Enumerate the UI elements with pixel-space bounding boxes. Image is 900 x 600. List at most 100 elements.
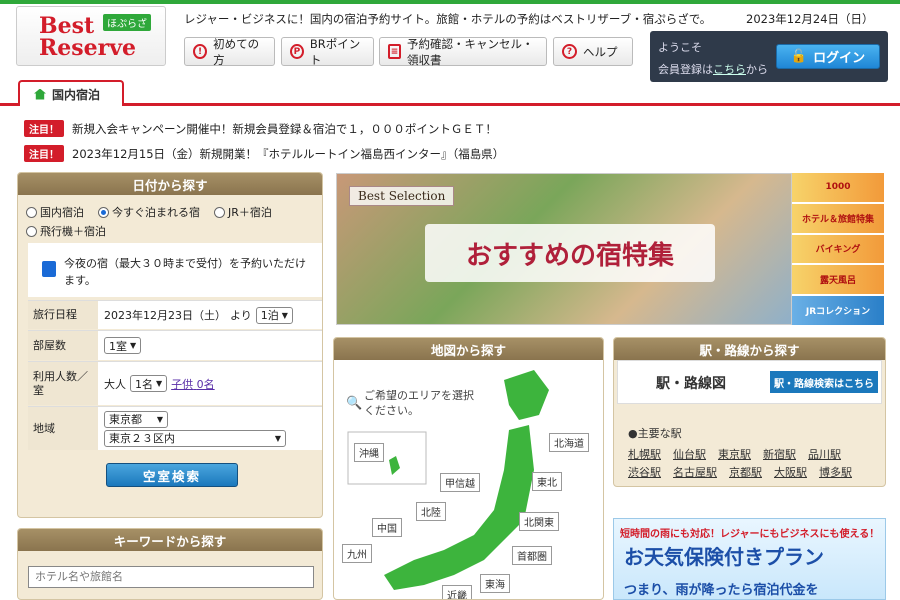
chevron-down-icon: ▼: [281, 310, 288, 320]
map-okinawa[interactable]: [389, 456, 400, 475]
prefecture-value: 東京都: [109, 413, 142, 426]
news-item[interactable]: 注目！ 新規入会キャンペーン開催中！新規会員登録＆宿泊で１，０００ポイントＧＥＴ…: [24, 120, 497, 137]
tab-underline: [0, 103, 900, 106]
radio-circle: [26, 225, 37, 237]
help-icon: ?: [562, 44, 577, 59]
rooms-select[interactable]: 1室 ▼: [104, 337, 142, 354]
vacancy-search-button[interactable]: 空室検索: [106, 463, 238, 487]
station-link[interactable]: 東京駅: [718, 446, 751, 462]
map-hokkaido[interactable]: [504, 370, 549, 420]
house-icon: [34, 88, 46, 100]
radio-circle: [98, 206, 109, 218]
side-banners: 1000 ホテル＆旅館特集 バイキング 露天風呂 JRコレクション: [792, 173, 884, 325]
region-tokai[interactable]: 東海: [480, 574, 510, 593]
area-label: 地域: [28, 407, 98, 450]
region-kitakanto[interactable]: 北関東: [519, 512, 559, 531]
guests-row: 利用人数／室 大人 1名 ▼ 子供 0名: [28, 361, 322, 405]
station-link[interactable]: 札幌駅: [628, 446, 661, 462]
region-chugoku[interactable]: 中国: [372, 518, 402, 537]
side-banner-jr[interactable]: JRコレクション: [792, 296, 884, 325]
side-banner-hotel[interactable]: ホテル＆旅館特集: [792, 203, 884, 233]
region-hokkaido[interactable]: 北海道: [549, 433, 589, 452]
radio-label: JR＋宿泊: [228, 206, 272, 219]
child-label: 子供: [171, 377, 194, 391]
region-kyushu[interactable]: 九州: [342, 544, 372, 563]
p-point-icon: P: [290, 44, 304, 59]
login-label: ログイン: [813, 51, 866, 66]
region-tohoku[interactable]: 東北: [532, 472, 562, 491]
radio-circle: [214, 206, 225, 218]
region-koshinetsu[interactable]: 甲信越: [440, 473, 480, 492]
itinerary-row: 旅行日程 2023年12月23日（土） より 1泊 ▼: [28, 300, 322, 329]
radio-label: 国内宿泊: [40, 206, 84, 219]
nav-br-point-button[interactable]: P BRポイント: [281, 36, 374, 67]
tab-label: 国内宿泊: [52, 87, 101, 102]
banner-title: おすすめの宿特集: [425, 224, 715, 282]
logo-tag: ほぷらざ: [103, 14, 151, 31]
register-link[interactable]: こちら: [713, 63, 746, 76]
top-accent-bar: [0, 0, 900, 4]
radio-domestic[interactable]: 国内宿泊: [26, 204, 84, 220]
children-link[interactable]: 子供 0名: [171, 376, 215, 392]
login-button[interactable]: 🔓 ログイン: [776, 44, 880, 69]
best-selection-banner[interactable]: Best Selection おすすめの宿特集: [336, 173, 792, 325]
tonight-notice: 今夜の宿（最大３０時まで受付）を予約いただけます。: [28, 243, 322, 297]
stay-type-radios: 国内宿泊 今すぐ泊まれる宿 JR＋宿泊 飛行機＋宿泊: [26, 204, 322, 239]
adults-value: 1名: [135, 377, 153, 391]
adult-label: 大人: [104, 377, 126, 391]
chevron-down-icon: ▼: [274, 433, 281, 443]
station-link[interactable]: 博多駅: [819, 464, 852, 480]
adults-select[interactable]: 1名 ▼: [130, 375, 168, 392]
station-link[interactable]: 品川駅: [808, 446, 841, 462]
region-hokuriku[interactable]: 北陸: [416, 502, 446, 521]
map-search-panel: 地図から探す 🔍 ご希望のエリアを選択ください。 沖縄 北海道 東北 甲信越 北…: [333, 337, 604, 600]
document-icon: ≡: [388, 44, 401, 59]
region-okinawa[interactable]: 沖縄: [354, 443, 384, 462]
radio-jr[interactable]: JR＋宿泊: [214, 204, 272, 220]
chevron-down-icon: ▼: [156, 379, 163, 388]
city-select[interactable]: 東京２３区内 ▼: [104, 429, 286, 447]
area-value: 東京都 ▼ 東京２３区内 ▼: [98, 410, 286, 447]
nav-label: 予約確認・キャンセル・領収書: [406, 36, 534, 67]
lock-icon: 🔓: [790, 49, 808, 64]
station-link[interactable]: 名古屋駅: [673, 464, 717, 480]
weather-insurance-promo[interactable]: 短時間の雨にも対応！レジャーにもビジネスにも使える！ お天気保険付きプラン つま…: [613, 518, 886, 600]
logo-line2: Reserve: [39, 35, 137, 61]
side-banner-points[interactable]: 1000: [792, 173, 884, 202]
side-banner-buffet[interactable]: バイキング: [792, 234, 884, 264]
site-tagline: レジャー・ビジネスに！国内の宿泊予約サイト。旅館・ホテルの予約はベストリザーブ・…: [184, 12, 712, 26]
itinerary-from: より: [230, 309, 252, 322]
station-link[interactable]: 仙台駅: [673, 446, 706, 462]
nav-reservation-button[interactable]: ≡ 予約確認・キャンセル・領収書: [379, 36, 547, 67]
itinerary-value: 2023年12月23日（土） より 1泊 ▼: [98, 306, 293, 324]
route-map-image[interactable]: 駅・路線図 駅・路線検索はこちら: [617, 360, 882, 404]
map-honshu[interactable]: [384, 425, 534, 590]
map-search-title: 地図から探す: [334, 338, 603, 360]
nav-help-button[interactable]: ? ヘルプ: [553, 37, 633, 66]
nav-label: BRポイント: [309, 36, 361, 67]
nav-first-time-button[interactable]: ! 初めての方: [184, 37, 275, 67]
station-link[interactable]: 大阪駅: [774, 464, 807, 480]
nights-select[interactable]: 1泊 ▼: [255, 306, 293, 324]
keyword-input[interactable]: [28, 566, 314, 588]
route-search-button[interactable]: 駅・路線検索はこちら: [770, 371, 878, 393]
station-link[interactable]: 渋谷駅: [628, 464, 661, 480]
prefecture-select[interactable]: 東京都 ▼: [104, 410, 168, 428]
city-value: 東京２３区内: [109, 432, 175, 445]
radio-tonight[interactable]: 今すぐ泊まれる宿: [98, 204, 200, 220]
news-item[interactable]: 注目！ 2023年12月15日（金）新規開業！『ホテルルートイン福島西インター』…: [24, 145, 504, 162]
site-logo[interactable]: Best ほぷらざ Reserve: [16, 6, 166, 66]
itinerary-date: 2023年12月23日（土）: [104, 309, 226, 322]
rooms-label: 部屋数: [28, 331, 98, 360]
radio-circle: [26, 206, 37, 218]
children-value: 0名: [196, 377, 215, 391]
tab-domestic-stay[interactable]: 国内宿泊: [18, 80, 124, 106]
radio-flight[interactable]: 飛行機＋宿泊: [26, 223, 106, 239]
station-link[interactable]: 新宿駅: [763, 446, 796, 462]
register-suffix: から: [746, 63, 768, 76]
chevron-down-icon: ▼: [156, 414, 163, 424]
side-banner-onsen[interactable]: 露天風呂: [792, 265, 884, 295]
region-kinki[interactable]: 近畿: [442, 585, 472, 599]
station-link[interactable]: 京都駅: [729, 464, 762, 480]
region-shutoken[interactable]: 首都圏: [512, 546, 552, 565]
